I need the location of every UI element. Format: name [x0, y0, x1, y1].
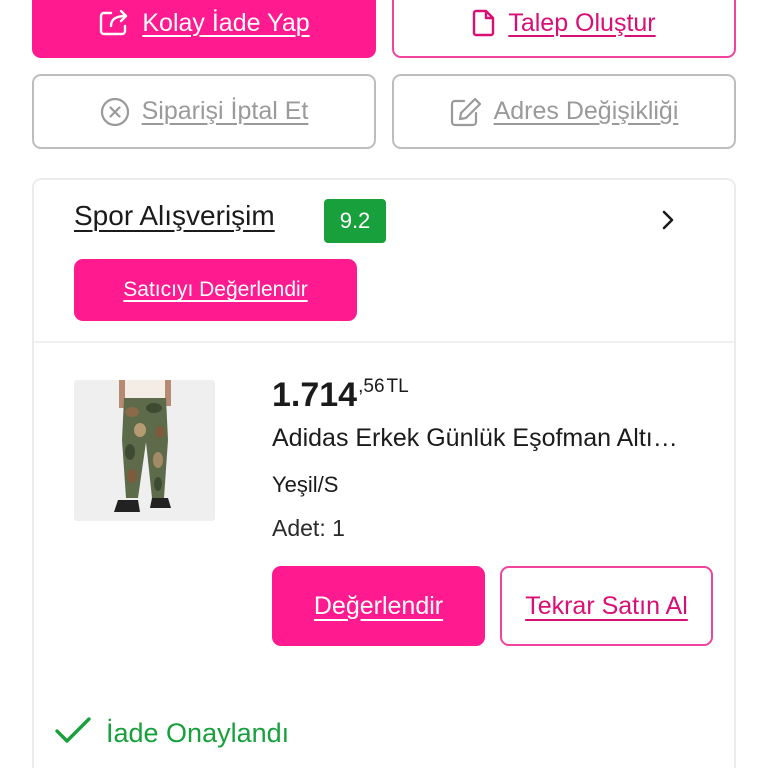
price-decimal: ,56 [358, 376, 385, 397]
product-name[interactable]: Adidas Erkek Günlük Eşofman Altı… [272, 424, 678, 453]
checkmark-icon [54, 716, 92, 751]
cancel-order-button[interactable]: Siparişi İptal Et [32, 74, 376, 149]
price-currency: TL [386, 376, 409, 397]
address-change-button[interactable]: Adres Değişikliği [392, 74, 736, 149]
create-request-button[interactable]: Talep Oluştur [392, 0, 736, 58]
return-arrow-icon [98, 9, 130, 37]
cancel-order-label: Siparişi İptal Et [141, 97, 309, 125]
return-status: İade Onaylandı [54, 716, 289, 751]
easy-return-button[interactable]: Kolay İade Yap [32, 0, 376, 58]
address-change-label: Adres Değişikliği [493, 97, 679, 125]
order-detail-page: Kolay İade Yap Talep Oluştur Siparişi İp… [0, 0, 768, 768]
edit-icon [450, 97, 482, 127]
seller-score-badge: 9.2 [324, 199, 386, 243]
product-price: 1.714,56 TL [272, 376, 409, 415]
price-main: 1.714 [272, 376, 358, 414]
easy-return-label: Kolay İade Yap [142, 8, 310, 37]
create-request-label: Talep Oluştur [508, 8, 656, 37]
buy-again-button[interactable]: Tekrar Satın Al [500, 566, 713, 646]
rate-product-button[interactable]: Değerlendir [272, 566, 485, 646]
document-icon [472, 9, 496, 37]
cancel-circle-icon [100, 97, 130, 127]
product-quantity: Adet: 1 [272, 515, 345, 541]
divider [34, 341, 734, 343]
rate-seller-button[interactable]: Satıcıyı Değerlendir [74, 259, 357, 321]
status-text: İade Onaylandı [106, 718, 290, 748]
product-image[interactable] [74, 380, 215, 521]
seller-name-link[interactable]: Spor Alışverişim [74, 200, 275, 232]
chevron-right-icon[interactable] [656, 207, 680, 233]
product-variant: Yeşil/S [272, 472, 339, 497]
